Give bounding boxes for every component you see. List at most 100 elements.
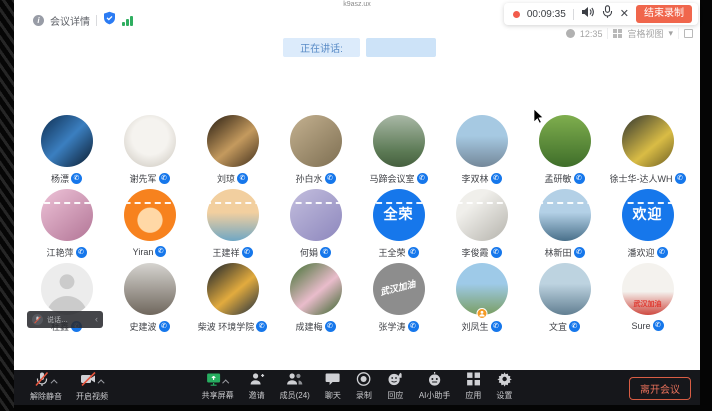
toolbar-button-label: AI小助手 bbox=[419, 390, 451, 401]
participant-tile[interactable]: 孟研敏✆ bbox=[523, 115, 606, 189]
toolbar-center-group: 共享屏幕邀请 成员(24) 聊天 录制回应 AI小助手 应用设置 bbox=[202, 373, 513, 401]
participant-avatar bbox=[41, 263, 93, 315]
toolbar-share-button[interactable]: 共享屏幕 bbox=[202, 373, 234, 401]
phone-audio-badge: ✆ bbox=[491, 321, 502, 332]
participant-tile[interactable]: 文宜✆ bbox=[523, 263, 606, 337]
phone-audio-badge: ✆ bbox=[325, 321, 336, 332]
chevron-up-icon[interactable] bbox=[97, 379, 104, 386]
participant-tile[interactable]: 武汉加油Sure✆ bbox=[606, 263, 689, 337]
toolbar-apps-button[interactable]: 应用 bbox=[465, 373, 481, 401]
participant-tile[interactable]: 欢迎潘欢迎✆ bbox=[606, 189, 689, 263]
phone-audio-badge: ✆ bbox=[574, 173, 585, 184]
toolbar-start-video-button[interactable]: 开启视频 bbox=[76, 374, 108, 402]
participant-tile[interactable]: 徐士华-达人WH✆ bbox=[606, 115, 689, 189]
participant-avatar bbox=[622, 115, 674, 167]
participant-tile[interactable]: 杨漂✆ bbox=[25, 115, 108, 189]
participant-name: 孟研敏 bbox=[544, 172, 571, 185]
collapse-chevron-icon[interactable]: ‹ bbox=[95, 315, 98, 324]
participant-avatar bbox=[539, 115, 591, 167]
chevron-up-icon[interactable] bbox=[51, 379, 58, 386]
meeting-detail-label[interactable]: 会议详情 bbox=[50, 13, 90, 28]
toolbar-button-label: 回应 bbox=[387, 390, 403, 401]
participant-tile[interactable]: 柴波 环境学院✆ bbox=[191, 263, 274, 337]
participant-name: 成建梅 bbox=[295, 320, 322, 333]
shield-check-icon[interactable] bbox=[103, 11, 116, 30]
participant-avatar bbox=[124, 189, 176, 241]
share-icon bbox=[206, 371, 222, 392]
participant-grid: 杨漂✆谢先军✆刘琼✆孙白水✆马蹄会议室✆李双林✆孟研敏✆徐士华-达人WH✆江艳萍… bbox=[25, 115, 689, 337]
toolbar-settings-button[interactable]: 设置 bbox=[496, 373, 512, 401]
participant-tile[interactable]: 成建梅✆ bbox=[274, 263, 357, 337]
meeting-main-area: k9asz.ux i 会议详情 00:09:35 ✕ 结束录制 12:35 宫格… bbox=[14, 0, 700, 370]
participant-tile[interactable]: 全荣王全荣✆ bbox=[357, 189, 440, 263]
view-options-row: 12:35 宫格视图 ▾ bbox=[566, 27, 693, 40]
participant-tile[interactable]: 何娟✆ bbox=[274, 189, 357, 263]
leave-meeting-button[interactable]: 离开会议 bbox=[629, 377, 691, 400]
participant-avatar bbox=[207, 189, 259, 241]
participant-tile[interactable]: 武汉加油张学涛✆ bbox=[357, 263, 440, 337]
phone-audio-badge: ✆ bbox=[657, 247, 668, 258]
hand-raised-badge bbox=[476, 308, 487, 319]
toolbar-left-group: 解除静音开启视频 bbox=[30, 374, 108, 402]
avatar-text: 武汉加油 bbox=[622, 301, 674, 309]
participant-name: 王建祥 bbox=[212, 246, 239, 259]
participant-tile[interactable]: 谢先军✆ bbox=[108, 115, 191, 189]
network-signal-icon[interactable] bbox=[122, 15, 133, 26]
bottom-toolbar: 解除静音开启视频 共享屏幕邀请 成员(24) 聊天 录制回应 AI小助手 应用设置 离开会… bbox=[14, 370, 700, 405]
participant-avatar bbox=[456, 263, 508, 315]
participant-avatar bbox=[290, 189, 342, 241]
speaker-icon[interactable] bbox=[581, 5, 595, 23]
phone-audio-badge: ✆ bbox=[408, 247, 419, 258]
divider bbox=[96, 15, 97, 26]
participant-avatar bbox=[539, 189, 591, 241]
participant-tile[interactable]: 史建波✆ bbox=[108, 263, 191, 337]
toolbar-button-label: 邀请 bbox=[249, 390, 265, 401]
recording-dot-icon bbox=[513, 11, 520, 18]
toolbar-invite-button[interactable]: 邀请 bbox=[249, 373, 265, 401]
toolbar-button-label: 成员(24) bbox=[280, 390, 310, 401]
toolbar-chat-button[interactable]: 聊天 bbox=[325, 373, 341, 401]
recording-time: 00:09:35 bbox=[527, 9, 566, 20]
fullscreen-icon[interactable] bbox=[684, 29, 693, 38]
participant-avatar bbox=[124, 115, 176, 167]
toolbar-button-label: 聊天 bbox=[325, 390, 341, 401]
grid-view-icon[interactable] bbox=[613, 29, 622, 38]
participant-name: 杨漂 bbox=[51, 172, 69, 185]
participant-avatar bbox=[456, 189, 508, 241]
info-icon[interactable]: i bbox=[33, 15, 44, 26]
participant-name: 柴波 环境学院 bbox=[198, 320, 255, 333]
phone-audio-badge: ✆ bbox=[574, 247, 585, 258]
phone-audio-badge: ✆ bbox=[76, 247, 87, 258]
toolbar-ai-button[interactable]: AI小助手 bbox=[419, 373, 451, 401]
participant-tile[interactable]: 刘凤生✆ bbox=[440, 263, 523, 337]
close-icon[interactable]: ✕ bbox=[620, 9, 629, 20]
participant-avatar bbox=[124, 263, 176, 315]
participant-tile[interactable]: 刘琼✆ bbox=[191, 115, 274, 189]
participant-tile[interactable]: 江艳萍✆ bbox=[25, 189, 108, 263]
speaking-toast[interactable]: 说话… ‹ bbox=[27, 311, 103, 328]
apps-icon bbox=[465, 371, 481, 392]
chevron-up-icon[interactable] bbox=[222, 379, 229, 386]
participant-tile[interactable]: 王建祥✆ bbox=[191, 189, 274, 263]
react-icon bbox=[387, 371, 404, 392]
participant-tile[interactable]: 李俊霞✆ bbox=[440, 189, 523, 263]
participant-tile[interactable]: 孙白水✆ bbox=[274, 115, 357, 189]
invite-icon bbox=[249, 371, 265, 392]
toolbar-unmute-button[interactable]: 解除静音 bbox=[30, 374, 62, 402]
toolbar-record-button[interactable]: 录制 bbox=[356, 373, 372, 401]
participant-name: Yiran bbox=[133, 247, 154, 257]
participant-tile[interactable]: Yiran✆ bbox=[108, 189, 191, 263]
participant-tile[interactable]: 林新田✆ bbox=[523, 189, 606, 263]
participant-name: 李双林 bbox=[461, 172, 488, 185]
toolbar-members-button[interactable]: 成员(24) bbox=[280, 373, 310, 401]
participant-avatar: 武汉加油 bbox=[622, 263, 674, 315]
divider bbox=[607, 28, 608, 39]
end-recording-button[interactable]: 结束录制 bbox=[636, 5, 692, 23]
view-mode-label[interactable]: 宫格视图 bbox=[627, 27, 663, 40]
chevron-down-icon[interactable]: ▾ bbox=[668, 28, 673, 39]
mic-icon[interactable] bbox=[602, 5, 613, 23]
participant-tile[interactable]: 李双林✆ bbox=[440, 115, 523, 189]
participant-avatar bbox=[41, 189, 93, 241]
participant-tile[interactable]: 马蹄会议室✆ bbox=[357, 115, 440, 189]
toolbar-react-button[interactable]: 回应 bbox=[387, 373, 404, 401]
